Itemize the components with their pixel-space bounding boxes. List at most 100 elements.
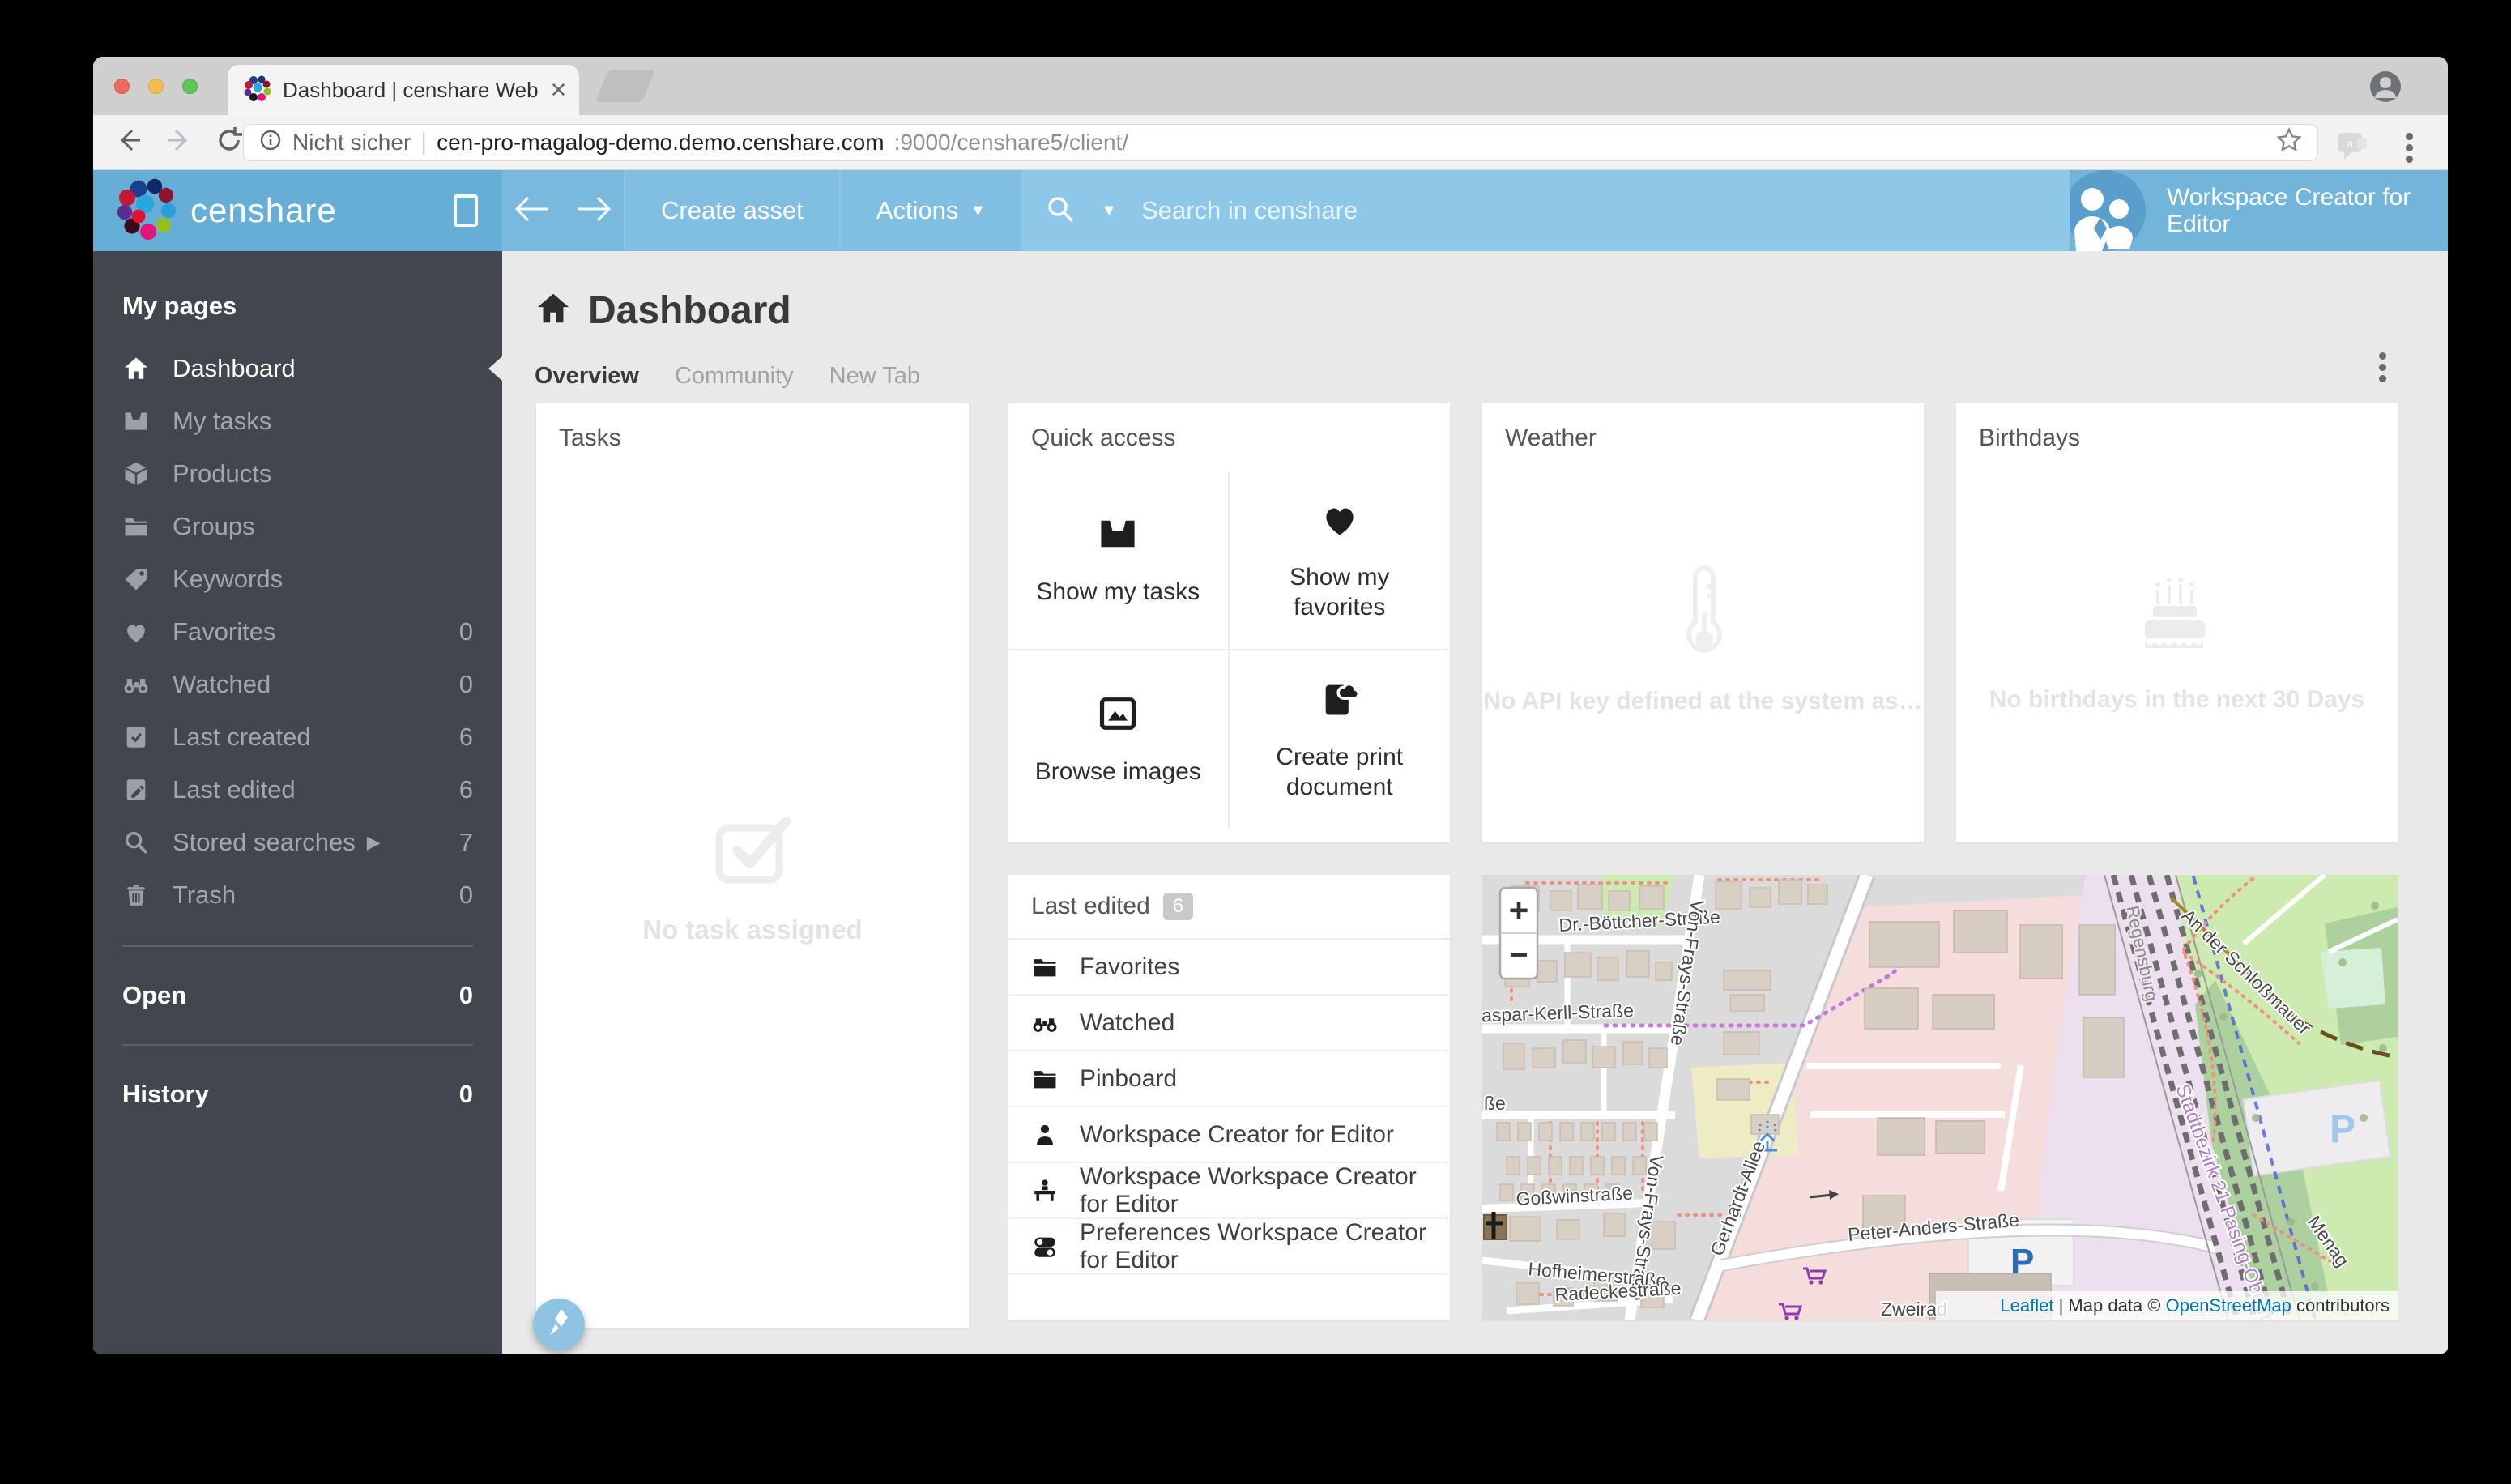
heart-icon <box>122 617 151 646</box>
list-item-label: Favorites <box>1080 953 1179 981</box>
list-item-preferences-workspace-creator[interactable]: Preferences Workspace Creator for Editor <box>1008 1219 1450 1275</box>
tab-close-icon[interactable]: ✕ <box>550 78 568 103</box>
sidebar-item-favorites[interactable]: Favorites 0 <box>93 605 502 658</box>
map-zoom-out-button[interactable]: − <box>1509 937 1528 973</box>
dashboard-menu-icon[interactable] <box>2379 348 2386 386</box>
pushpin-icon <box>545 1307 573 1342</box>
pin-fab-button[interactable] <box>533 1298 585 1350</box>
back-icon[interactable] <box>114 126 143 159</box>
osm-link[interactable]: OpenStreetMap <box>2166 1295 2291 1316</box>
quick-access-browse-images[interactable]: Browse images <box>1008 650 1230 829</box>
sidebar-divider <box>122 945 473 947</box>
list-item-label: Workspace Creator for Editor <box>1080 1121 1394 1149</box>
close-window-button[interactable] <box>114 79 130 94</box>
url-path: :9000/censhare5/client/ <box>894 130 1129 156</box>
search-caret-icon[interactable]: ▼ <box>1101 202 1117 220</box>
quick-access-create-print-document[interactable]: Create print document <box>1230 650 1451 829</box>
sidebar-item-open[interactable]: Open 0 <box>93 971 502 1020</box>
minimize-window-button[interactable] <box>148 79 164 94</box>
list-item-workspace-creator[interactable]: Workspace Creator for Editor <box>1008 1107 1450 1163</box>
tasks-card: Tasks No task assigned <box>536 403 969 1328</box>
quick-access-card: Quick access Show my tasks Show my favor… <box>1008 403 1450 842</box>
sidebar-item-my-tasks[interactable]: My tasks <box>93 394 502 447</box>
map-card[interactable]: P P Dr.-Böttcher-Straße Von-Frays-Straße… <box>1482 875 2398 1320</box>
sidebar: My pages Dashboard My tasks <box>93 251 502 1354</box>
url-host: cen-pro-magalog-demo.demo.censhare.com <box>437 130 885 156</box>
sidebar-item-label: Groups <box>173 512 255 541</box>
bookmark-star-icon[interactable] <box>2275 126 2303 160</box>
tab-new-tab[interactable]: New Tab <box>829 363 920 390</box>
sidebar-item-trash[interactable]: Trash 0 <box>93 868 502 921</box>
toggles-icon <box>1031 1233 1059 1260</box>
browser-tab[interactable]: Dashboard | censhare Web ✕ <box>228 65 579 115</box>
create-asset-button[interactable]: Create asset <box>624 170 839 251</box>
censhare-logo[interactable]: censhare <box>93 170 502 251</box>
sidebar-item-label: Trash <box>173 881 236 910</box>
parking-icon-light: P <box>2330 1108 2355 1151</box>
list-item-label: Workspace Workspace Creator for Editor <box>1080 1163 1427 1218</box>
weather-card: Weather No API key d <box>1482 403 1924 842</box>
svg-text:a: a <box>2347 137 2353 150</box>
search-icon[interactable] <box>1044 193 1076 229</box>
sidebar-item-dashboard[interactable]: Dashboard <box>93 342 502 394</box>
sidebar-item-groups[interactable]: Groups <box>93 500 502 552</box>
inbox-icon <box>122 407 151 436</box>
last-edited-card: Last edited 6 Favorites Watched <box>1008 875 1450 1320</box>
search-placeholder: Search in censhare <box>1141 196 1358 225</box>
task-check-icon <box>708 879 797 893</box>
leaflet-map[interactable]: P P Dr.-Böttcher-Straße Von-Frays-Straße… <box>1482 875 2398 1320</box>
nav-back-icon[interactable] <box>514 194 549 228</box>
list-item-workspace-workspace-creator[interactable]: Workspace Workspace Creator for Editor <box>1008 1163 1450 1219</box>
sidebar-item-label: My tasks <box>173 407 271 436</box>
sidebar-divider <box>122 1044 473 1046</box>
quick-access-show-my-favorites[interactable]: Show my favorites <box>1230 471 1451 650</box>
person-icon <box>1031 1121 1059 1149</box>
folder-icon <box>1031 1065 1059 1093</box>
list-item-watched[interactable]: Watched <box>1008 996 1450 1051</box>
forward-icon[interactable] <box>164 126 194 159</box>
info-icon[interactable] <box>258 128 283 158</box>
browser-profile-icon[interactable] <box>2368 70 2402 108</box>
reload-icon[interactable] <box>215 126 244 159</box>
list-item-label: Preferences Workspace Creator for Editor <box>1080 1219 1427 1274</box>
zoom-window-button[interactable] <box>182 79 198 94</box>
tab-community[interactable]: Community <box>675 363 794 390</box>
url-field[interactable]: Nicht sicher | cen-pro-magalog-demo.demo… <box>243 124 2318 161</box>
new-tab-button[interactable] <box>595 70 655 102</box>
sidebar-item-last-edited[interactable]: Last edited 6 <box>93 763 502 816</box>
sidebar-item-stored-searches[interactable]: Stored searches ▶ 7 <box>93 816 502 868</box>
list-item-pinboard[interactable]: Pinboard <box>1008 1051 1450 1107</box>
map-zoom-in-button[interactable]: + <box>1509 891 1529 929</box>
workspace-button[interactable]: Workspace Creator for Editor <box>2070 170 2448 251</box>
tab-overview[interactable]: Overview <box>535 363 639 390</box>
parking-icon: P <box>2010 1242 2034 1281</box>
box-icon <box>122 459 151 488</box>
extension-icon[interactable]: a <box>2334 130 2370 166</box>
browser-menu-icon[interactable] <box>2406 129 2412 167</box>
sidebar-section-title: My pages <box>93 280 502 342</box>
sidebar-item-watched[interactable]: Watched 0 <box>93 658 502 710</box>
global-search[interactable]: ▼ Search in censhare <box>1021 170 2070 251</box>
tasks-title: Tasks <box>536 403 969 473</box>
sidebar-item-label: Keywords <box>173 565 283 594</box>
censhare-favicon <box>244 75 271 106</box>
list-item-label: Watched <box>1080 1009 1174 1037</box>
leaflet-link[interactable]: Leaflet <box>2000 1295 2053 1316</box>
sidebar-item-history[interactable]: History 0 <box>93 1070 502 1119</box>
actions-button[interactable]: Actions ▼ <box>839 170 1021 251</box>
expand-icon[interactable]: ▶ <box>367 832 381 853</box>
tasks-empty-text: No task assigned <box>536 915 969 945</box>
sidebar-item-products[interactable]: Products <box>93 447 502 500</box>
list-item-favorites[interactable]: Favorites <box>1008 940 1450 996</box>
collapse-sidebar-icon[interactable] <box>454 194 478 227</box>
search-icon <box>122 828 151 857</box>
quick-access-show-my-tasks[interactable]: Show my tasks <box>1008 471 1230 650</box>
active-item-marker <box>488 356 502 381</box>
quick-access-label: Browse images <box>1035 757 1201 787</box>
browser-window: Dashboard | censhare Web ✕ Nicht siche <box>93 57 2448 1354</box>
sidebar-item-keywords[interactable]: Keywords <box>93 552 502 605</box>
nav-forward-icon[interactable] <box>577 194 612 228</box>
security-label: Nicht sicher <box>292 130 411 156</box>
street-label: ße <box>1484 1093 1506 1114</box>
sidebar-item-last-created[interactable]: Last created 6 <box>93 710 502 763</box>
